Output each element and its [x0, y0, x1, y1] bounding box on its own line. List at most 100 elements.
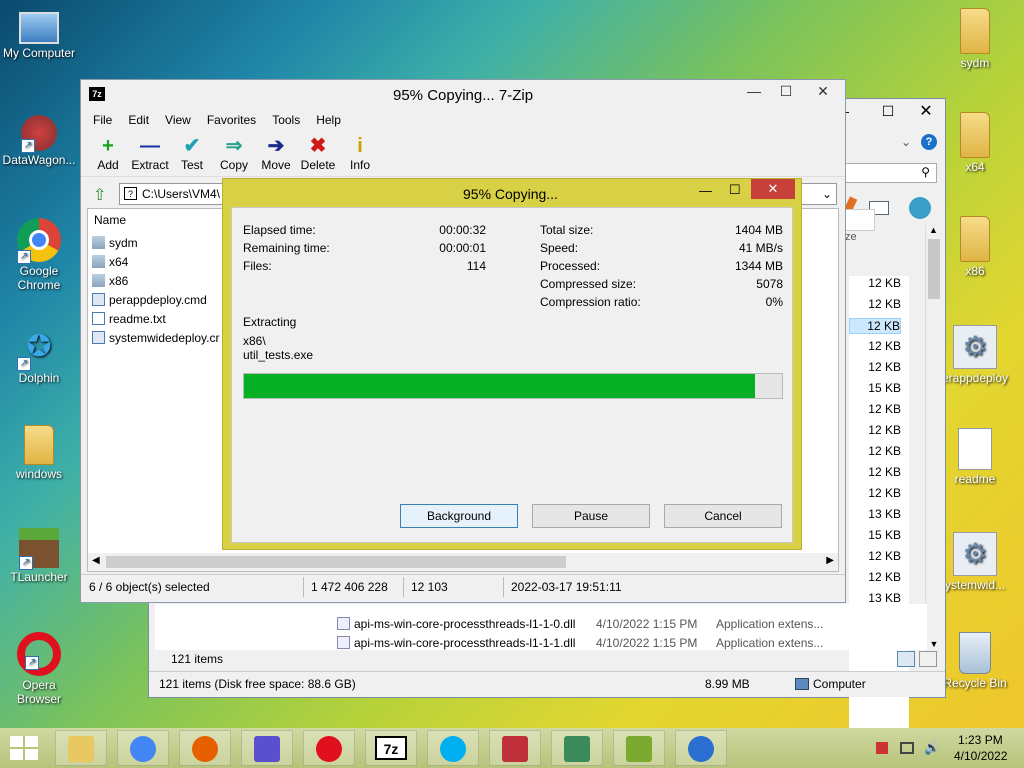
progress-bar	[243, 373, 783, 399]
taskbar-skype[interactable]	[427, 730, 479, 766]
menu-item-help[interactable]: Help	[308, 113, 349, 127]
clock-time[interactable]: 1:23 PM	[958, 733, 1003, 747]
cancel-button[interactable]: Cancel	[664, 504, 782, 528]
menu-item-favorites[interactable]: Favorites	[199, 113, 264, 127]
scroll-down-icon[interactable]: ▼	[926, 639, 942, 649]
search-box[interactable]: ⚲	[839, 163, 937, 183]
tiles-view-icon[interactable]	[919, 651, 937, 667]
menu-item-view[interactable]: View	[157, 113, 199, 127]
skype-icon	[440, 736, 466, 762]
close-button[interactable]: ✕	[803, 80, 843, 102]
list-item[interactable]: sydm	[92, 233, 138, 252]
taskbar-file-explorer[interactable]	[55, 730, 107, 766]
menu-item-edit[interactable]: Edit	[120, 113, 157, 127]
taskbar-firefox[interactable]	[179, 730, 231, 766]
scroll-right-icon[interactable]: ▶	[826, 555, 834, 566]
desktop-icon-label: Google Chrome	[17, 264, 61, 292]
path-icon: ?	[124, 187, 137, 200]
file-name: x86	[109, 273, 129, 288]
list-item[interactable]: systemwidedeploy.cr	[92, 328, 219, 347]
details-view-icon[interactable]	[897, 651, 915, 667]
desktop-icon-sydm[interactable]: sydm	[936, 8, 1014, 70]
dialog-body: Elapsed time: 00:00:32 Remaining time: 00:0…	[231, 207, 793, 543]
maximize-button[interactable]: ☐	[875, 103, 901, 120]
column-header-size[interactable]: ze	[845, 231, 857, 243]
taskbar-image-viewer[interactable]	[551, 730, 603, 766]
minimize-button[interactable]: —	[739, 80, 769, 102]
file-size: 12 KB	[868, 402, 901, 416]
stat-label: Compression ratio:	[540, 295, 641, 309]
menu-item-file[interactable]: File	[85, 113, 120, 127]
scroll-left-icon[interactable]: ◀	[92, 555, 100, 566]
list-item[interactable]: readme.txt	[92, 309, 166, 328]
desktop-icon-x86[interactable]: x86	[936, 216, 1014, 278]
list-item[interactable]: x86	[92, 271, 128, 290]
copy-button[interactable]: ⇒ Copy	[213, 134, 255, 172]
taskbar-brightness[interactable]	[675, 730, 727, 766]
list-item[interactable]: x64	[92, 252, 128, 271]
scroll-up-icon[interactable]: ▲	[926, 225, 941, 235]
taskbar-opera[interactable]	[303, 730, 355, 766]
scrollbar-thumb[interactable]	[928, 239, 940, 299]
pause-button[interactable]: Pause	[532, 504, 650, 528]
desktop-icon-tlauncher[interactable]: ↗ TLauncher	[0, 528, 78, 584]
maximize-button[interactable]: ☐	[729, 182, 741, 198]
chevron-down-icon[interactable]: ⌄	[822, 184, 832, 204]
network-icon[interactable]	[900, 742, 914, 754]
desktop-icon-opera[interactable]: ↗ Opera Browser	[0, 632, 78, 706]
add-button[interactable]: + Add	[87, 134, 129, 172]
desktop-icon-datawagon[interactable]: ↗ DataWagon...	[0, 115, 78, 167]
file-size: 12 KB	[868, 339, 901, 353]
background-button[interactable]: Background	[400, 504, 518, 528]
taskbar-7zip[interactable]: 7z	[365, 730, 417, 766]
desktop-icon-my-computer[interactable]: My Computer	[0, 8, 78, 60]
taskbar-settings[interactable]	[241, 730, 293, 766]
start-button[interactable]	[10, 736, 38, 760]
h-scrollbar[interactable]: ◀ ▶	[88, 553, 838, 571]
desktop-icon-systemwide[interactable]: ⚙ ystemwid...	[936, 532, 1014, 592]
maximize-button[interactable]: ☐	[771, 80, 801, 102]
stat-label: Files:	[243, 259, 272, 273]
test-button[interactable]: ✔ Test	[171, 134, 213, 172]
file-size: 12 KB	[868, 297, 901, 311]
list-item[interactable]: perappdeploy.cmd	[92, 290, 207, 309]
folder-up-icon[interactable]: ⇧	[93, 185, 106, 205]
stat-label: Total size:	[540, 223, 594, 237]
desktop-icon-readme[interactable]: readme	[936, 428, 1014, 486]
desktop-icon-windows[interactable]: windows	[0, 425, 78, 481]
volume-icon[interactable]: 🔊	[924, 740, 940, 756]
desktop-icon-dolphin[interactable]: ✪ ↗ Dolphin	[0, 325, 78, 385]
clock-date[interactable]: 4/10/2022	[954, 749, 1007, 763]
scrollbar-thumb[interactable]	[106, 556, 566, 568]
column-name[interactable]: Name	[94, 213, 126, 227]
dolphin-icon: ✪ ↗	[17, 325, 61, 371]
close-button[interactable]: ✕	[911, 101, 941, 121]
help-icon[interactable]: ?	[921, 134, 937, 150]
script-file-icon	[92, 293, 105, 306]
menu-item-tools[interactable]: Tools	[264, 113, 308, 127]
desktop-icon-chrome[interactable]: ↗ Google Chrome	[0, 218, 78, 292]
move-button[interactable]: ➔ Move	[255, 134, 297, 172]
shell-icon[interactable]	[909, 197, 931, 219]
scrollbar[interactable]: ▲ ▼	[925, 225, 941, 649]
taskbar-chrome[interactable]	[117, 730, 169, 766]
status-packed: 12 103	[411, 580, 448, 594]
minimize-button[interactable]: —	[699, 183, 712, 198]
desktop-icon-label: Dolphin	[18, 371, 60, 385]
stat-value: 1404 MB	[734, 223, 783, 237]
chevron-down-icon[interactable]: ⌄	[901, 135, 911, 149]
flag-icon[interactable]	[876, 742, 888, 754]
desktop-icon-recycle-bin[interactable]: Recycle Bin	[936, 632, 1014, 690]
file-name: systemwidedeploy.cr	[109, 330, 220, 345]
info-button[interactable]: i Info	[339, 134, 381, 172]
extract-button[interactable]: — Extract	[129, 134, 171, 172]
delete-button[interactable]: ✖ Delete	[297, 134, 339, 172]
taskbar-notepad[interactable]	[613, 730, 665, 766]
toolbar-label: Info	[349, 158, 370, 172]
taskbar-media[interactable]	[489, 730, 541, 766]
desktop-icon-perappdeploy[interactable]: ⚙ erappdeploy	[936, 325, 1014, 385]
close-button[interactable]: ✕	[751, 179, 795, 199]
list-item[interactable]: api-ms-win-core-processthreads-l1-1-1.dl…	[337, 633, 923, 652]
desktop-icon-x64[interactable]: x64	[936, 112, 1014, 174]
list-item[interactable]: api-ms-win-core-processthreads-l1-1-0.dl…	[337, 614, 923, 633]
